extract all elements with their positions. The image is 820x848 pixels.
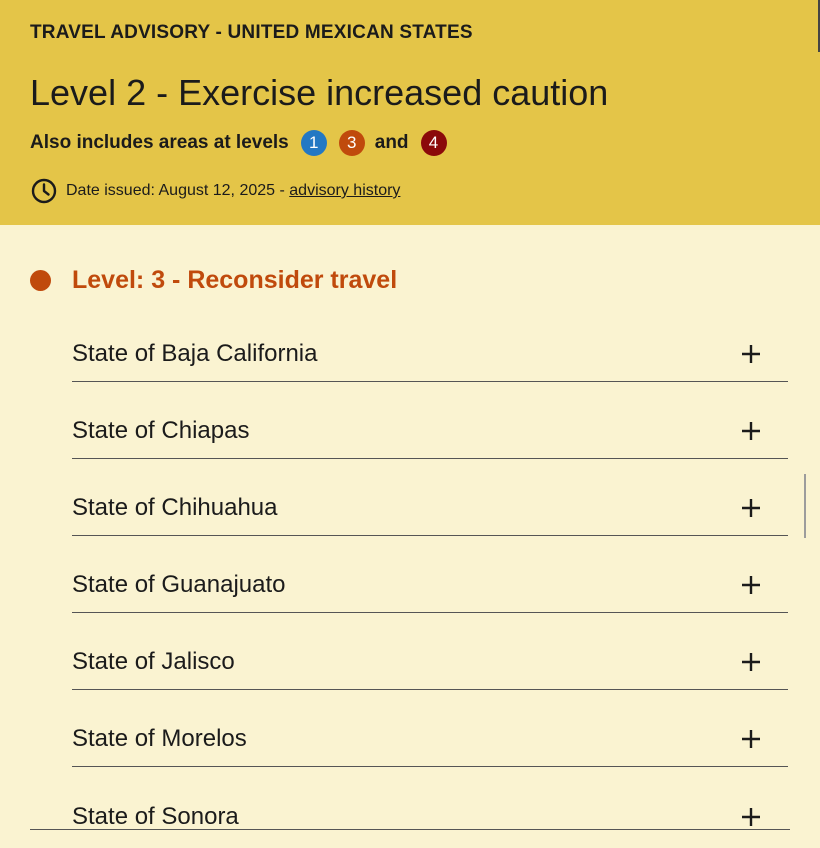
accordion-item-label: State of Morelos <box>72 725 247 752</box>
accordion-item-guanajuato[interactable]: State of Guanajuato <box>72 536 788 613</box>
level-1-badge: 1 <box>300 130 327 156</box>
level-3-badge: 3 <box>338 130 365 156</box>
plus-icon[interactable] <box>741 652 761 672</box>
advisory-header: TRAVEL ADVISORY - UNITED MEXICAN STATES … <box>0 0 820 225</box>
accordion-item-label: State of Jalisco <box>72 648 235 675</box>
clock-icon <box>30 177 58 205</box>
plus-icon[interactable] <box>741 421 761 441</box>
accordion-item-label: State of Sonora <box>72 802 239 830</box>
page-title: Level 2 - Exercise increased caution <box>30 72 609 113</box>
advisory-page: TRAVEL ADVISORY - UNITED MEXICAN STATES … <box>0 0 820 848</box>
plus-icon[interactable] <box>741 344 761 364</box>
level-3-dot <box>30 269 51 291</box>
accordion-item-morelos[interactable]: State of Morelos <box>72 690 788 767</box>
states-accordion: State of Baja California State of Chiapa… <box>72 305 788 848</box>
accordion-item-label: State of Chihuahua <box>72 494 278 521</box>
accordion-item-chihuahua[interactable]: State of Chihuahua <box>72 459 788 536</box>
scrollbar-thumb[interactable] <box>804 474 806 538</box>
accordion-item-sonora[interactable]: State of Sonora <box>72 767 788 844</box>
accordion-item-label: State of Guanajuato <box>72 571 286 598</box>
date-issued-text: Date issued: August 12, 2025 - <box>66 182 290 199</box>
divider <box>30 829 790 830</box>
also-includes-label: Also includes areas at levels <box>30 132 289 153</box>
accordion-item-label: State of Baja California <box>72 340 318 367</box>
advisory-eyebrow: TRAVEL ADVISORY - UNITED MEXICAN STATES <box>30 22 473 43</box>
plus-icon[interactable] <box>741 729 761 749</box>
and-word: and <box>374 132 409 153</box>
accordion-item-label: State of Chiapas <box>72 417 250 444</box>
date-issued-row: Date issued: August 12, 2025 - advisory … <box>30 176 400 206</box>
accordion-item-chiapas[interactable]: State of Chiapas <box>72 382 788 459</box>
plus-icon[interactable] <box>741 575 761 595</box>
level-3-section-heading: Level: 3 - Reconsider travel <box>30 264 397 296</box>
also-includes-row: Also includes areas at levels 1 3 and 4 <box>30 128 447 158</box>
level-4-badge: 4 <box>420 130 447 156</box>
plus-icon[interactable] <box>741 807 761 827</box>
plus-icon[interactable] <box>741 498 761 518</box>
accordion-item-baja-california[interactable]: State of Baja California <box>72 305 788 382</box>
accordion-item-jalisco[interactable]: State of Jalisco <box>72 613 788 690</box>
level-3-heading-text: Level: 3 - Reconsider travel <box>72 265 398 294</box>
advisory-history-link[interactable]: advisory history <box>289 182 400 200</box>
